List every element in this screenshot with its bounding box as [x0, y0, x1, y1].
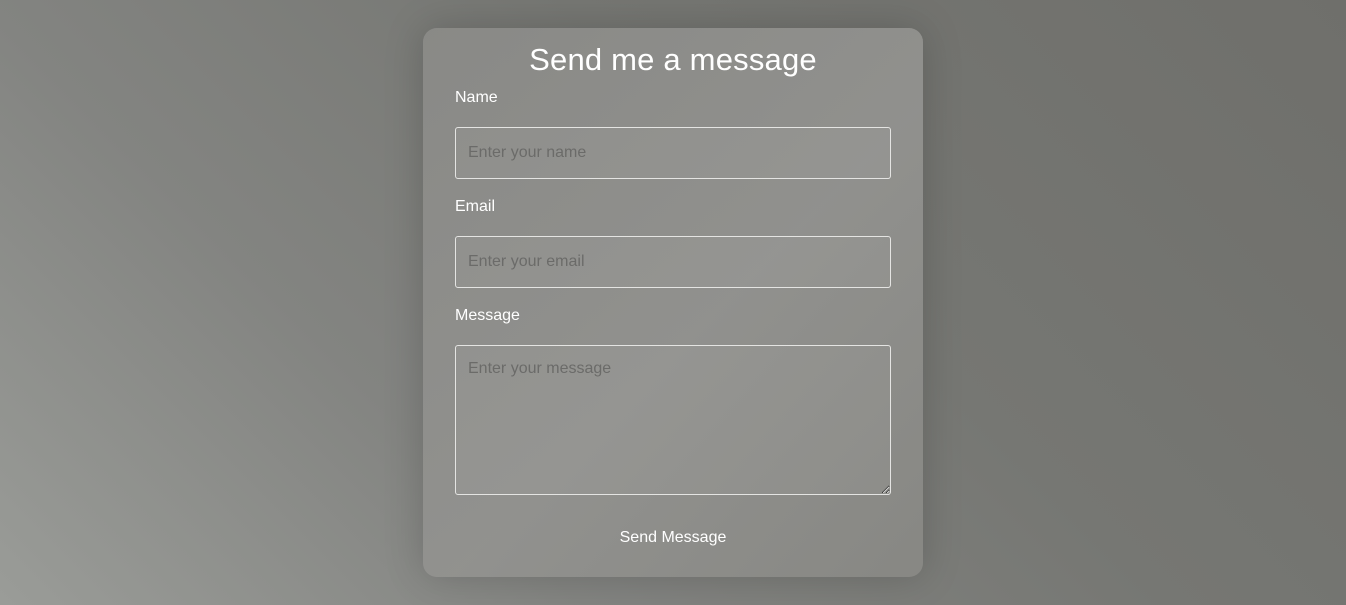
page-background: { "form": { "title": "Send me a message"…: [0, 0, 1346, 605]
contact-form-card: Send me a message Name Email Message Sen…: [423, 28, 923, 577]
send-message-button[interactable]: Send Message: [620, 528, 727, 548]
name-label: Name: [455, 89, 498, 106]
form-title: Send me a message: [529, 42, 817, 77]
message-textarea[interactable]: [455, 345, 891, 495]
name-input[interactable]: [455, 127, 891, 179]
email-input[interactable]: [455, 236, 891, 288]
message-label: Message: [455, 307, 520, 324]
email-label: Email: [455, 198, 496, 215]
